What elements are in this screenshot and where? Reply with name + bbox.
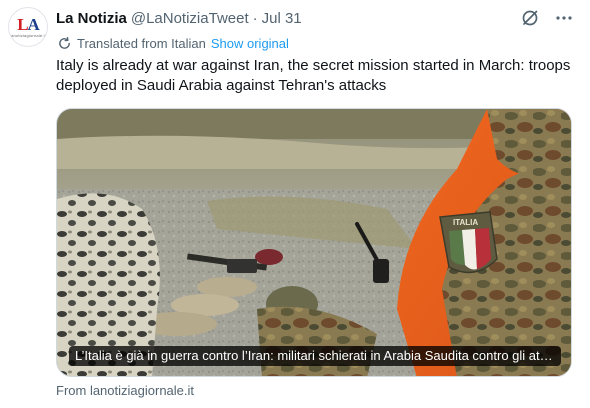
patch-text: ITALIA <box>453 218 478 227</box>
card-source-link[interactable]: From lanotiziagiornale.it <box>56 383 194 398</box>
translated-label: Translated from Italian <box>77 35 206 51</box>
avatar[interactable]: LA lanotiziagiornale.it <box>8 7 48 47</box>
slashed-circle-icon[interactable] <box>520 8 540 28</box>
card-photo: ITALIA <box>57 109 571 376</box>
link-card[interactable]: ITALIA L’Italia è già in guerra contro l… <box>56 108 572 377</box>
avatar-logo-subtitle: lanotiziagiornale.it <box>9 32 47 38</box>
tweet-date[interactable]: Jul 31 <box>262 10 302 27</box>
tweet-header: La Notizia @LaNotiziaTweet · Jul 31 <box>56 9 302 27</box>
display-name[interactable]: La Notizia <box>56 10 127 27</box>
globe-refresh-icon <box>56 35 72 51</box>
user-handle[interactable]: @LaNotiziaTweet <box>131 10 249 27</box>
la-notizia-logo-icon: LA <box>17 14 40 34</box>
more-dots-icon[interactable] <box>554 8 574 28</box>
header-actions <box>520 8 574 28</box>
separator-dot: · <box>252 9 258 27</box>
translation-notice: Translated from Italian Show original <box>56 34 289 52</box>
tweet-text: Italy is already at war against Iran, th… <box>56 57 571 94</box>
card-caption: L’Italia è già in guerra contro l’Iran: … <box>69 346 561 366</box>
show-original-link[interactable]: Show original <box>211 36 289 51</box>
italy-flag-patch: ITALIA <box>439 211 498 274</box>
tweet: LA lanotiziagiornale.it La Notizia @LaNo… <box>0 0 590 408</box>
